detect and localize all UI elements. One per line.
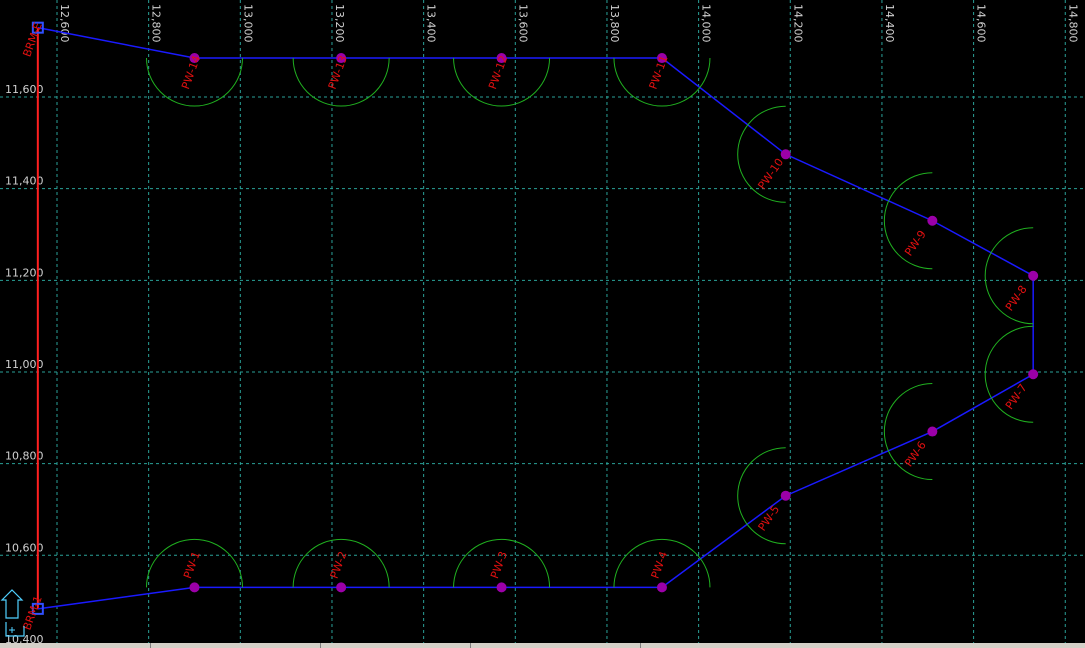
status-bar [0,643,1085,648]
point-marker[interactable] [1028,369,1039,380]
x-axis-labels: 12,600 12,800 13,000 13,200 13,400 13,600 13,8… [58,4,1079,43]
point-marker[interactable] [656,582,667,593]
point-marker[interactable] [927,426,938,437]
traverse-point[interactable]: PW-1 [181,550,203,593]
point-label: PW-11 [647,54,671,91]
x-tick-label: 14,000 [700,4,713,43]
x-tick-label: 13,200 [333,4,346,43]
point-marker[interactable] [1028,270,1039,281]
traverse-point[interactable]: PW-7 [1003,369,1039,412]
x-tick-label: 13,000 [241,4,254,43]
point-marker[interactable] [927,215,938,226]
x-tick-label: 12,800 [150,4,163,43]
traverse-points[interactable]: PW-1 PW-2 PW-3 PW-4 PW-5 PW-6 PW-7 PW-8 PW-9 PW-1… [20,21,1039,632]
x-tick-label: 12,600 [58,4,71,43]
point-marker[interactable] [496,582,507,593]
traverse-point[interactable]: PW-3 [488,550,510,593]
x-tick-label: 14,200 [791,4,804,43]
traverse-point[interactable]: PW-2 [328,550,350,593]
point-label: PW-8 [1003,283,1030,313]
point-label: PW-12 [486,54,510,91]
point-marker[interactable] [780,490,791,501]
x-tick-label: 14,800 [1066,4,1079,43]
point-marker[interactable] [780,149,791,160]
status-divider [640,643,641,648]
drawing-canvas[interactable]: 12,600 12,800 13,000 13,200 13,400 13,600 13,8… [0,0,1085,648]
benchmark-label: BRM-E [20,21,44,59]
point-label: PW-10 [756,156,787,192]
ucs-icon[interactable] [0,589,25,637]
x-tick-label: 13,400 [425,4,438,43]
x-tick-label: 13,800 [608,4,621,43]
x-tick-label: 13,600 [516,4,529,43]
traverse-point[interactable]: PW-10 [756,149,791,192]
point-marker[interactable] [189,582,200,593]
point-label: PW-2 [328,550,350,581]
traverse-point[interactable]: PW-5 [756,490,791,534]
x-tick-label: 14,400 [883,4,896,43]
point-label: PW-3 [488,550,510,581]
benchmark[interactable]: BRM-E [20,21,44,59]
point-label: PW-14 [179,54,203,91]
point-label: PW-1 [181,550,203,581]
cad-viewport[interactable]: 12,600 12,800 13,000 13,200 13,400 13,600 13,8… [0,0,1085,648]
point-label: PW-5 [756,503,783,533]
traverse-polyline[interactable] [37,26,1034,610]
grid-lines [0,0,1085,648]
angle-arcs [145,58,1034,588]
status-divider [320,643,321,648]
x-tick-label: 14,600 [975,4,988,43]
point-label: PW-13 [326,54,350,91]
traverse-point[interactable]: PW-14 [179,53,203,91]
point-label: PW-4 [649,550,671,581]
status-divider [470,643,471,648]
status-divider [150,643,151,648]
traverse-point[interactable]: PW-6 [902,426,938,470]
point-marker[interactable] [336,582,347,593]
traverse-point[interactable]: PW-9 [902,215,938,259]
point-label: PW-7 [1003,382,1030,412]
point-label: PW-9 [902,228,929,258]
traverse-point[interactable]: PW-4 [649,550,671,593]
